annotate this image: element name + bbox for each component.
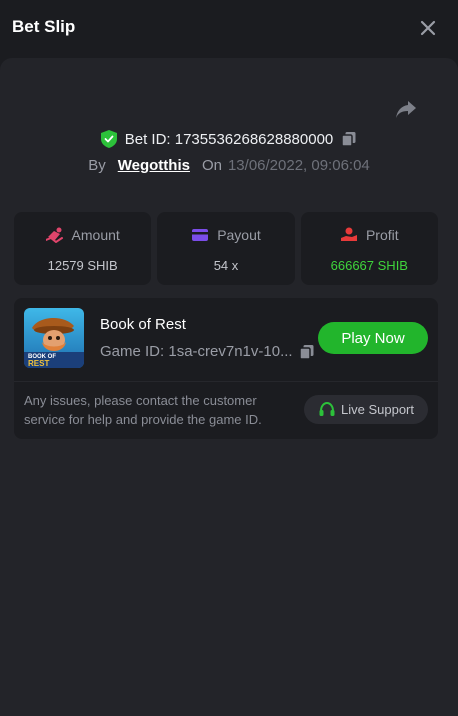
username-link[interactable]: Wegotthis: [118, 157, 190, 174]
stat-value: 666667 SHIB: [330, 258, 408, 273]
game-card: BOOK OF REST Book of Rest Game ID: 1sa-c…: [14, 298, 438, 439]
payout-card-icon: [191, 228, 209, 242]
live-support-button[interactable]: Live Support: [304, 395, 428, 424]
divider: [14, 381, 438, 382]
stat-label: Payout: [217, 227, 261, 243]
verified-shield-icon: [100, 130, 117, 148]
share-icon[interactable]: [394, 98, 418, 120]
game-id: Game ID: 1sa-crev7n1v-10...: [100, 343, 293, 360]
svg-text:REST: REST: [28, 359, 49, 368]
game-thumbnail[interactable]: BOOK OF REST: [24, 308, 84, 368]
support-notice: Any issues, please contact the customer …: [24, 393, 262, 427]
stat-card-payout: Payout 54 x: [157, 212, 295, 285]
page-title: Bet Slip: [12, 17, 76, 36]
copy-icon[interactable]: [341, 131, 357, 147]
copy-icon[interactable]: [298, 344, 315, 360]
game-name: Book of Rest: [100, 316, 186, 333]
profit-icon: [340, 227, 358, 243]
amount-icon: [44, 227, 64, 244]
game-id-row: Game ID: 1sa-crev7n1v-10...: [100, 343, 315, 360]
stat-card-amount: Amount 12579 SHIB: [14, 212, 152, 285]
by-label: By: [88, 156, 106, 174]
stats-row: Amount 12579 SHIB Payout 54 x Profit 666…: [14, 212, 438, 285]
bet-datetime: 13/06/2022, 09:06:04: [227, 156, 370, 174]
stat-label: Amount: [71, 227, 120, 243]
bet-meta-row: By Wegotthis On 13/06/2022, 09:06:04: [0, 155, 458, 175]
stat-label: Profit: [365, 227, 399, 243]
close-icon[interactable]: [416, 16, 440, 40]
bet-id: Bet ID: 1735536268628880000: [124, 130, 334, 148]
header: Bet Slip: [0, 0, 458, 56]
stat-value: 12579 SHIB: [47, 258, 118, 273]
play-now-button[interactable]: Play Now: [318, 322, 428, 354]
on-label: On: [201, 156, 222, 174]
stat-card-profit: Profit 666667 SHIB: [300, 212, 438, 285]
bet-id-row: Bet ID: 1735536268628880000: [0, 129, 458, 149]
live-support-label: Live Support: [341, 402, 414, 417]
stat-value: 54 x: [213, 258, 239, 273]
headset-icon: [318, 401, 336, 419]
